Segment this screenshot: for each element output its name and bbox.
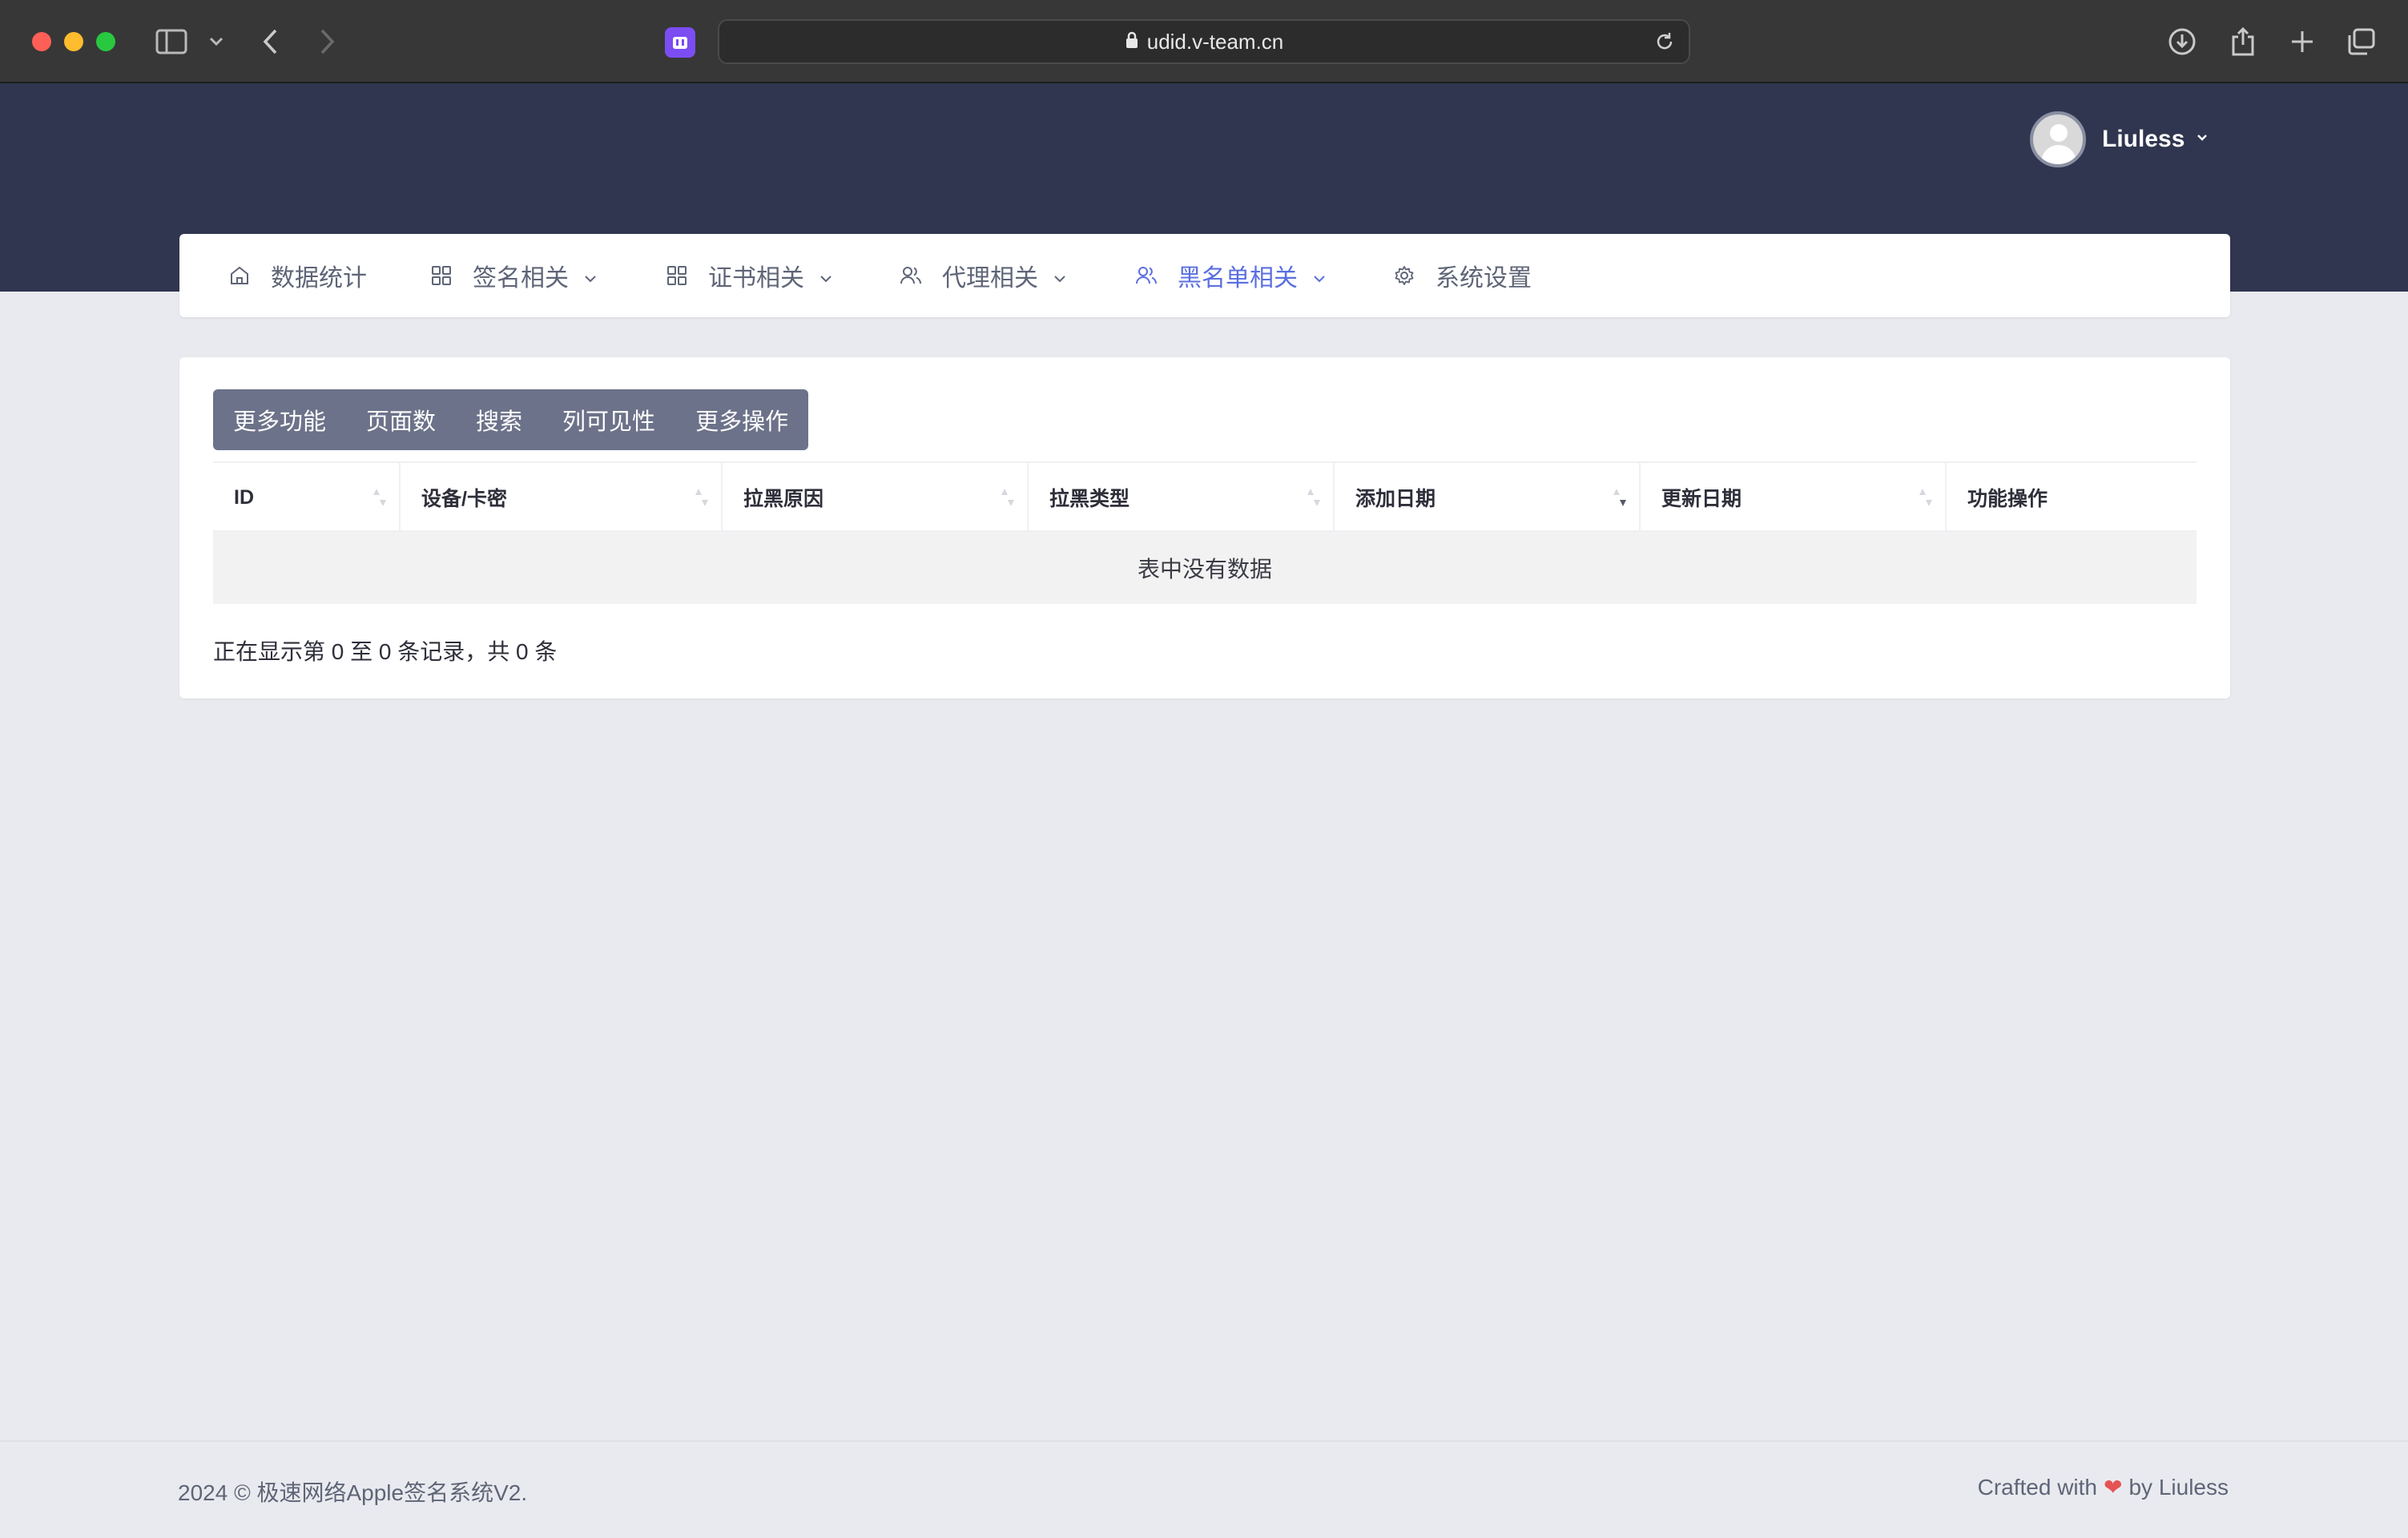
blacklist-table: ID 设备/卡密 拉黑原因 拉黑类型 添加日期 更新日期 功能操作 表中没有数据: [213, 461, 2197, 604]
back-arrow-icon[interactable]: [253, 24, 288, 59]
main-nav: 数据统计 签名相关 证书相关 代理相关 黑名单相关 系统设置: [179, 234, 2230, 317]
column-header-reason[interactable]: 拉黑原因: [723, 463, 1029, 532]
avatar: [2030, 111, 2086, 167]
sort-icon: [373, 489, 386, 506]
footer-copyright: 2024 © 极速网络Apple签名系统V2.: [178, 1480, 528, 1505]
chevron-down-icon[interactable]: [200, 24, 232, 59]
reload-icon[interactable]: [1653, 30, 1676, 53]
column-visibility-button[interactable]: 列可见性: [542, 389, 675, 450]
column-header-added-date[interactable]: 添加日期: [1335, 463, 1641, 532]
address-bar[interactable]: udid.v-team.cn: [718, 19, 1690, 64]
footer-crafted-prefix: Crafted with: [1977, 1474, 2098, 1500]
column-header-actions: 功能操作: [1967, 488, 2048, 510]
table-info: 正在显示第 0 至 0 条记录，共 0 条: [213, 639, 558, 664]
footer: 2024 © 极速网络Apple签名系统V2. Crafted with ❤ b…: [0, 1440, 2408, 1538]
sort-icon: [1001, 489, 1014, 506]
search-button[interactable]: 搜索: [456, 389, 542, 450]
grid-icon: [429, 264, 453, 288]
sort-icon: [695, 489, 708, 506]
more-actions-button[interactable]: 更多操作: [675, 389, 808, 450]
nav-item-agents[interactable]: 代理相关: [899, 234, 1069, 317]
sort-icon: [1919, 489, 1932, 506]
table-toolbar: 更多功能 页面数 搜索 列可见性 更多操作: [213, 389, 809, 450]
nav-item-settings[interactable]: 系统设置: [1392, 234, 1532, 317]
home-icon: [228, 264, 252, 288]
download-icon[interactable]: [2164, 24, 2200, 59]
url-text: udid.v-team.cn: [1146, 29, 1284, 54]
nav-item-label: 黑名单相关: [1178, 265, 1298, 292]
sort-icon: [1307, 489, 1320, 506]
table-empty-row: 表中没有数据: [213, 532, 2197, 604]
column-header-id[interactable]: ID: [213, 463, 401, 532]
users-icon: [899, 264, 923, 288]
nav-item-label: 签名相关: [473, 265, 569, 292]
nav-item-blacklist[interactable]: 黑名单相关: [1134, 234, 1328, 317]
users-icon: [1134, 264, 1158, 288]
gear-icon: [1392, 264, 1416, 288]
chevron-down-icon: [817, 267, 835, 284]
close-window-button[interactable]: [32, 32, 51, 51]
forward-arrow-icon[interactable]: [309, 24, 344, 59]
more-functions-button[interactable]: 更多功能: [213, 389, 346, 450]
lock-icon: [1125, 30, 1139, 54]
nav-item-dashboard[interactable]: 数据统计: [228, 234, 367, 317]
heart-icon: ❤: [2104, 1475, 2123, 1500]
footer-crafted-suffix: by Liuless: [2128, 1474, 2229, 1500]
empty-message: 表中没有数据: [1137, 557, 1272, 582]
nav-item-signing[interactable]: 签名相关: [429, 234, 599, 317]
nav-item-label: 证书相关: [708, 265, 804, 292]
tab-overview-icon[interactable]: [2344, 24, 2379, 59]
nav-item-label: 代理相关: [942, 265, 1038, 292]
page-length-button[interactable]: 页面数: [346, 389, 456, 450]
table-header: ID 设备/卡密 拉黑原因 拉黑类型 添加日期 更新日期 功能操作: [213, 461, 2197, 532]
blacklist-card: 更多功能 页面数 搜索 列可见性 更多操作 ID 设备/卡密 拉黑原因 拉黑类型: [179, 357, 2230, 699]
nav-item-certificates[interactable]: 证书相关: [665, 234, 835, 317]
share-icon[interactable]: [2225, 24, 2261, 59]
zoom-window-button[interactable]: [96, 32, 115, 51]
nav-item-label: 数据统计: [271, 265, 367, 292]
chevron-down-icon: [582, 267, 599, 284]
chevron-down-icon: [1051, 267, 1069, 284]
sidebar-toggle-icon[interactable]: [154, 24, 189, 59]
user-menu[interactable]: Liuless: [2030, 111, 2209, 168]
column-header-updated-date[interactable]: 更新日期: [1641, 463, 1947, 532]
column-header-device[interactable]: 设备/卡密: [401, 463, 723, 532]
user-name: Liuless: [2102, 126, 2185, 152]
footer-credit: Crafted with ❤ by Liuless: [1978, 1474, 2229, 1500]
column-header-type[interactable]: 拉黑类型: [1029, 463, 1335, 532]
minimize-window-button[interactable]: [64, 32, 83, 51]
chevron-down-icon: [2196, 132, 2209, 147]
extension-icon[interactable]: [665, 27, 695, 58]
browser-titlebar: udid.v-team.cn: [0, 0, 2408, 83]
nav-item-label: 系统设置: [1436, 265, 1532, 292]
grid-icon: [665, 264, 689, 288]
new-tab-plus-icon[interactable]: [2285, 24, 2320, 59]
chevron-down-icon: [1311, 267, 1328, 284]
sort-desc-icon: [1613, 489, 1626, 506]
